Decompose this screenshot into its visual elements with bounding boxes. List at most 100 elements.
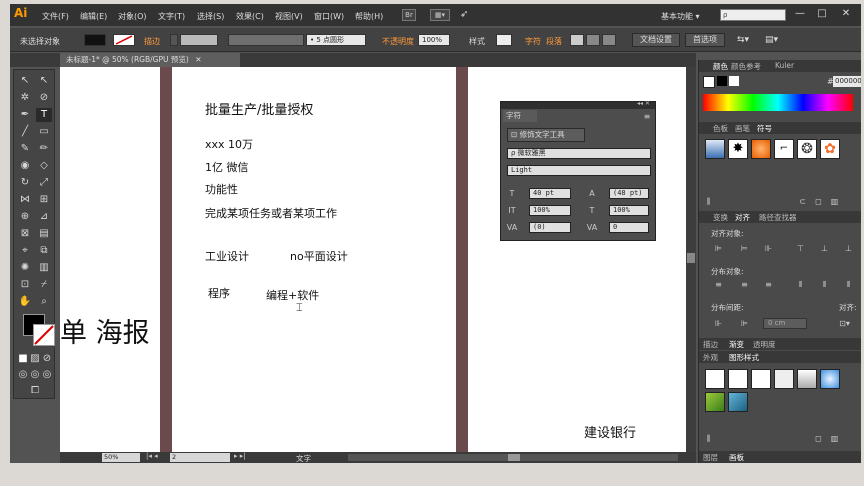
place-symbol-icon[interactable]: ⊂	[797, 196, 808, 207]
text-line[interactable]: 完成某项任务或者某项工作	[205, 205, 337, 221]
horizontal-scrollbar[interactable]	[348, 454, 678, 461]
selection-tool-icon[interactable]: ↖	[17, 74, 33, 88]
artboard-1[interactable]	[60, 67, 160, 452]
new-symbol-icon[interactable]: ◻	[813, 196, 824, 207]
tab-align[interactable]: 对齐	[735, 212, 750, 223]
distribute-h-space-icon[interactable]: ⊫	[739, 318, 750, 329]
tab-artboards[interactable]: 画板	[729, 452, 744, 463]
menu-type[interactable]: 文字(T)	[158, 11, 185, 22]
symbol-swatch[interactable]	[751, 139, 771, 159]
mesh-tool-icon[interactable]: ⊠	[17, 227, 33, 241]
slice-tool-icon[interactable]: ⌿	[36, 278, 52, 292]
hex-input[interactable]: 000000	[833, 76, 861, 87]
document-tab[interactable]: 未标题-1* @ 50% (RGB/GPU 预览) ✕	[60, 53, 240, 67]
symbol-library-icon[interactable]: ⫼	[703, 196, 714, 207]
leading-input[interactable]: (48 pt)	[609, 188, 649, 199]
tab-stroke[interactable]: 描边	[703, 339, 718, 350]
spacing-input[interactable]: 0 cm	[763, 318, 807, 329]
align-to-select[interactable]: ⊡▾	[839, 318, 850, 329]
fill-color-swatch[interactable]	[84, 34, 106, 46]
new-graphic-style-icon[interactable]: ◻	[813, 433, 824, 444]
screen-mode-icon[interactable]: ⧠	[27, 384, 43, 398]
free-transform-tool-icon[interactable]: ⊞	[36, 193, 52, 207]
column-graph-tool-icon[interactable]: ▥	[36, 261, 52, 275]
graphic-style-swatch[interactable]	[705, 392, 725, 412]
tab-color-guide[interactable]: 颜色参考	[731, 61, 761, 72]
text-line[interactable]: 批量生产/批量授权	[205, 99, 313, 118]
vertical-scale-input[interactable]: 100%	[529, 205, 571, 216]
preferences-button[interactable]: 首选项	[685, 33, 725, 47]
pencil-tool-icon[interactable]: ✏	[36, 142, 52, 156]
graphic-style-swatch[interactable]	[797, 369, 817, 389]
variable-width-profile[interactable]	[228, 34, 304, 46]
menu-select[interactable]: 选择(S)	[197, 11, 224, 22]
align-top-icon[interactable]: ⊤	[795, 243, 806, 254]
scale-tool-icon[interactable]: ⤢	[36, 176, 52, 190]
align-right-icon[interactable]: ⊪	[763, 243, 774, 254]
panel-menu-icon[interactable]: ▤▾	[765, 35, 778, 45]
shape-builder-tool-icon[interactable]: ⊕	[17, 210, 33, 224]
tab-brushes[interactable]: 画笔	[735, 123, 750, 134]
menu-file[interactable]: 文件(F)	[42, 11, 69, 22]
graphic-style-swatch[interactable]	[496, 34, 512, 46]
graphic-style-swatch[interactable]	[820, 369, 840, 389]
menu-object[interactable]: 对象(O)	[118, 11, 147, 22]
text-line[interactable]: 编程+软件	[266, 287, 319, 303]
minimize-icon[interactable]: —	[790, 7, 810, 21]
font-family-select[interactable]: ρ 微软雅黑	[507, 148, 651, 159]
panel-grip[interactable]: ◂◂ ✕	[501, 100, 655, 109]
tab-kuler[interactable]: Kuler	[775, 61, 794, 70]
tab-transform[interactable]: 变换	[713, 212, 728, 223]
kerning-input[interactable]: (0)	[529, 222, 571, 233]
text-line[interactable]: xxx 10万	[205, 136, 253, 152]
gradient-mode-icon[interactable]: ▨	[29, 352, 41, 366]
character-link[interactable]: 字符	[525, 36, 541, 47]
draw-normal-icon[interactable]: ◎	[17, 368, 29, 382]
symbol-swatch[interactable]: ❂	[797, 139, 817, 159]
paintbrush-tool-icon[interactable]: ✎	[17, 142, 33, 156]
text-line[interactable]: 建设银行	[584, 422, 636, 441]
stroke-label[interactable]: 描边	[144, 36, 160, 47]
pen-tool-icon[interactable]: ✒	[17, 108, 33, 122]
draw-behind-icon[interactable]: ◎	[29, 368, 41, 382]
tab-graphic-styles[interactable]: 图形样式	[729, 352, 759, 363]
tab-swatches[interactable]: 色板	[713, 123, 728, 134]
stroke-color-swatch[interactable]	[113, 34, 135, 46]
gpu-icon[interactable]: ➶	[460, 9, 468, 20]
horizontal-scale-input[interactable]: 100%	[609, 205, 649, 216]
menu-edit[interactable]: 编辑(E)	[80, 11, 107, 22]
menu-effect[interactable]: 效果(C)	[236, 11, 264, 22]
distribute-v-space-icon[interactable]: ⊪	[713, 318, 724, 329]
font-style-select[interactable]: Light	[507, 165, 651, 176]
stroke-weight-field[interactable]	[180, 34, 218, 46]
align-bottom-icon[interactable]: ⊥	[843, 243, 854, 254]
touch-type-tool-button[interactable]: ⊡ 修饰文字工具	[507, 128, 585, 142]
stroke-weight-stepper[interactable]	[170, 34, 178, 46]
tab-symbols[interactable]: 符号	[757, 123, 772, 134]
lasso-tool-icon[interactable]: ⊘	[36, 91, 52, 105]
fill-black-swatch[interactable]	[717, 76, 727, 86]
tab-gradient[interactable]: 渐变	[729, 339, 744, 350]
align-h-center-icon[interactable]: ⊨	[739, 243, 750, 254]
scroll-thumb[interactable]	[687, 253, 695, 263]
stroke-swatch[interactable]	[33, 324, 55, 346]
opacity-label[interactable]: 不透明度	[382, 36, 414, 47]
menu-window[interactable]: 窗口(W)	[314, 11, 344, 22]
delete-graphic-style-icon[interactable]: ▥	[829, 433, 840, 444]
text-line[interactable]: no平面设计	[290, 248, 348, 264]
text-line[interactable]: 工业设计	[205, 248, 249, 264]
symbol-swatch[interactable]	[705, 139, 725, 159]
text-line[interactable]: 程序	[208, 285, 230, 301]
arrange-documents-button[interactable]: ▦▾	[430, 9, 450, 21]
align-left-icon[interactable]: ⊫	[713, 243, 724, 254]
rectangle-tool-icon[interactable]: ▭	[36, 125, 52, 139]
help-search-input[interactable]: ρ	[720, 9, 786, 21]
vertical-scrollbar[interactable]	[686, 67, 696, 452]
workspace-switcher[interactable]: 基本功能 ▾	[661, 11, 700, 22]
none-mode-icon[interactable]: ⊘	[41, 352, 53, 366]
tab-appearance[interactable]: 外观	[703, 352, 718, 363]
stroke-none-swatch[interactable]	[703, 76, 715, 88]
document-setup-button[interactable]: 文档设置	[632, 33, 680, 47]
perspective-grid-tool-icon[interactable]: ⊿	[36, 210, 52, 224]
paragraph-link[interactable]: 段落	[546, 36, 562, 47]
